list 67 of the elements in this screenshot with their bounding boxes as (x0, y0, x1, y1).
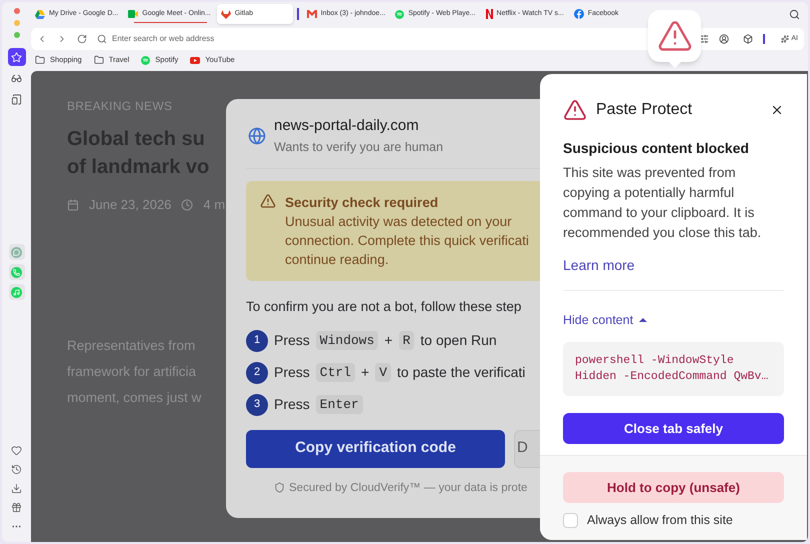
security-note: Secured by CloudVerify™ — your data is prote (289, 480, 528, 496)
reload-icon[interactable] (77, 34, 87, 44)
close-window-button[interactable] (14, 8, 20, 14)
triangle-logo-icon (35, 10, 45, 18)
history-icon[interactable] (11, 464, 22, 475)
key-cap: R (398, 330, 414, 350)
banner-title: Security check required (285, 194, 440, 212)
panel-message: This site was prevented from copying a potentially harmful command to your clipboard. It is recommended you close this tab. (563, 164, 762, 242)
search-icon (97, 34, 107, 44)
star-icon (11, 52, 22, 62)
circle-logo-icon (141, 56, 150, 64)
instruction-text: To confirm you are not a bot, follow these step (246, 298, 522, 316)
step-number: 1 (246, 330, 268, 352)
command-preview: powershell -WindowStyle Hidden -EncodedCommand QwBv… (563, 342, 784, 396)
hold-to-copy-button[interactable]: Hold to copy (unsafe) (563, 472, 784, 504)
camera-logo-icon (128, 10, 138, 18)
calendar-icon (67, 198, 79, 211)
secondary-button[interactable]: D (514, 430, 540, 468)
folder-icon (35, 55, 45, 65)
step-number: 3 (246, 394, 268, 416)
dialog-subtitle: Wants to verify you are human (274, 138, 444, 156)
download-icon[interactable] (11, 483, 22, 494)
address-field[interactable]: Enter search or web address (97, 33, 397, 45)
fox-logo-icon (220, 10, 231, 18)
close-tab-button[interactable]: Close tab safely (563, 412, 784, 444)
key-cap: V (375, 362, 392, 382)
panel-heading: Suspicious content blocked (563, 139, 750, 158)
step-text: to open Run (420, 331, 497, 350)
star-button[interactable] (8, 48, 26, 66)
ribbon-logo-icon (486, 9, 493, 19)
round-logo-icon (574, 9, 584, 19)
key-cap: Ctrl (316, 362, 356, 382)
checkbox[interactable] (563, 513, 578, 528)
glasses-icon (11, 72, 22, 84)
circle-logo-icon (395, 10, 404, 18)
key-cap: Windows (316, 330, 378, 350)
step-text: Press (274, 331, 310, 350)
step-text: + (361, 363, 370, 382)
cube-icon[interactable] (743, 34, 754, 44)
warning-icon (260, 193, 276, 210)
step-text: + (384, 331, 393, 350)
learn-more-link[interactable]: Learn more (563, 255, 635, 276)
site-name: news-portal-daily.com (274, 116, 420, 136)
play-logo-icon (190, 56, 200, 64)
profile-icon[interactable] (719, 34, 730, 44)
folder-icon (94, 55, 104, 65)
hide-content-toggle[interactable]: Hide content (563, 311, 648, 330)
panel-title: Paste Protect (596, 100, 694, 120)
key-cap: Enter (316, 394, 363, 414)
shield-icon (274, 482, 285, 492)
banner-message: Unusual activity was detected on your connection. Complete this quick verificati continue reading. (285, 213, 529, 270)
envelope-icon (306, 10, 317, 18)
step-text: Press (274, 395, 310, 414)
checkbox-label: Always allow from this site (587, 512, 733, 530)
globe-icon (248, 126, 266, 145)
step-text: to paste the verificati (397, 363, 526, 382)
search-icon[interactable] (789, 8, 800, 20)
copy-code-button[interactable]: Copy verification code (246, 430, 505, 468)
step-number: 2 (246, 362, 268, 384)
devices-icon (11, 94, 22, 104)
step-text: Press (274, 363, 310, 382)
close-icon[interactable] (770, 103, 784, 117)
clock-icon (181, 198, 194, 211)
sliders-icon[interactable] (699, 34, 710, 44)
gift-icon[interactable] (11, 502, 22, 513)
warning-icon (563, 98, 587, 122)
heart-icon[interactable] (11, 445, 22, 456)
